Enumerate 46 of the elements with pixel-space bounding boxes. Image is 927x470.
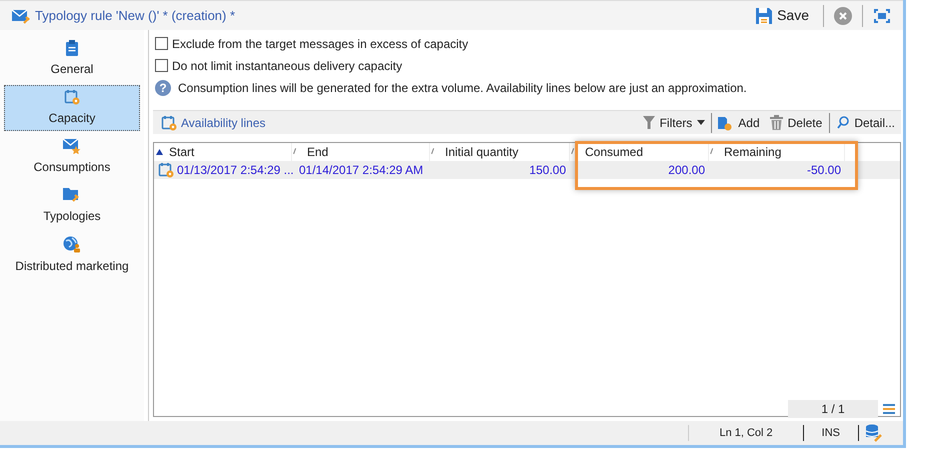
table-cell-text: 200.00 <box>668 162 705 179</box>
folder-gavel-icon <box>63 187 81 203</box>
cursor-position: Ln 1, Col 2 <box>718 426 774 441</box>
table-cell-text: 01/13/2017 2:54:29 ... <box>177 162 294 179</box>
option-checkbox[interactable]: Exclude from the target messages in excess of capacity <box>155 35 901 52</box>
info-text: Consumption lines will be generated for the extra volume. Availability lines below are just an approximation. <box>178 80 747 97</box>
option-checkbox[interactable]: Do not limit instantaneous delivery capacity <box>155 57 901 74</box>
sidebar-item[interactable]: General <box>4 36 140 82</box>
caret-icon <box>697 120 706 125</box>
menu-icon[interactable] <box>883 404 895 414</box>
search-icon <box>837 116 850 129</box>
section-title: Availability lines <box>181 114 266 132</box>
envelope-gavel-icon <box>12 8 32 24</box>
sidebar-item[interactable]: Typologies <box>4 183 140 229</box>
insert-mode: INS <box>820 426 841 441</box>
sidebar-item[interactable]: Capacity <box>4 85 140 131</box>
table-cell-text: 01/14/2017 2:54:29 AM <box>299 162 424 179</box>
help-icon: ? <box>155 80 171 96</box>
calendar-gear-icon <box>64 89 80 105</box>
table-row[interactable]: 01/13/2017 2:54:29 ... 01/14/2017 2:54:29 AM 150.00 200.00 -50.00 <box>154 161 900 179</box>
fullscreen-icon <box>874 8 890 22</box>
delete-button[interactable]: Delete <box>770 114 822 132</box>
table-cell-text: -50.00 <box>806 162 841 179</box>
close-icon <box>839 12 847 20</box>
sort-ascending-icon <box>156 149 163 155</box>
detail-button[interactable]: Detail... <box>837 114 895 132</box>
clipboard-icon <box>65 40 79 56</box>
trash-icon <box>770 115 783 130</box>
envelope-star-icon <box>63 138 81 154</box>
sidebar-item[interactable]: Distributed marketing <box>4 232 140 278</box>
add-button[interactable]: Add <box>718 114 760 132</box>
pager-text: 1 / 1 <box>788 400 878 418</box>
window-title: Typology rule 'New ()' * (creation) * <box>35 6 236 25</box>
database-key-icon <box>865 424 883 442</box>
fullscreen-button[interactable] <box>873 6 891 24</box>
filters-button[interactable]: Filters <box>642 114 706 132</box>
calendar-gear-icon <box>161 114 177 130</box>
table-cell-text: 150.00 <box>529 162 566 179</box>
globe-person-icon <box>63 236 81 252</box>
calendar-gear-icon <box>158 162 174 178</box>
sidebar-item[interactable]: Consumptions <box>4 134 140 180</box>
save-button[interactable]: Save <box>752 5 813 26</box>
checkbox[interactable] <box>155 37 168 50</box>
funnel-icon <box>642 116 655 129</box>
close-button[interactable] <box>834 6 852 24</box>
checkbox[interactable] <box>155 59 168 72</box>
